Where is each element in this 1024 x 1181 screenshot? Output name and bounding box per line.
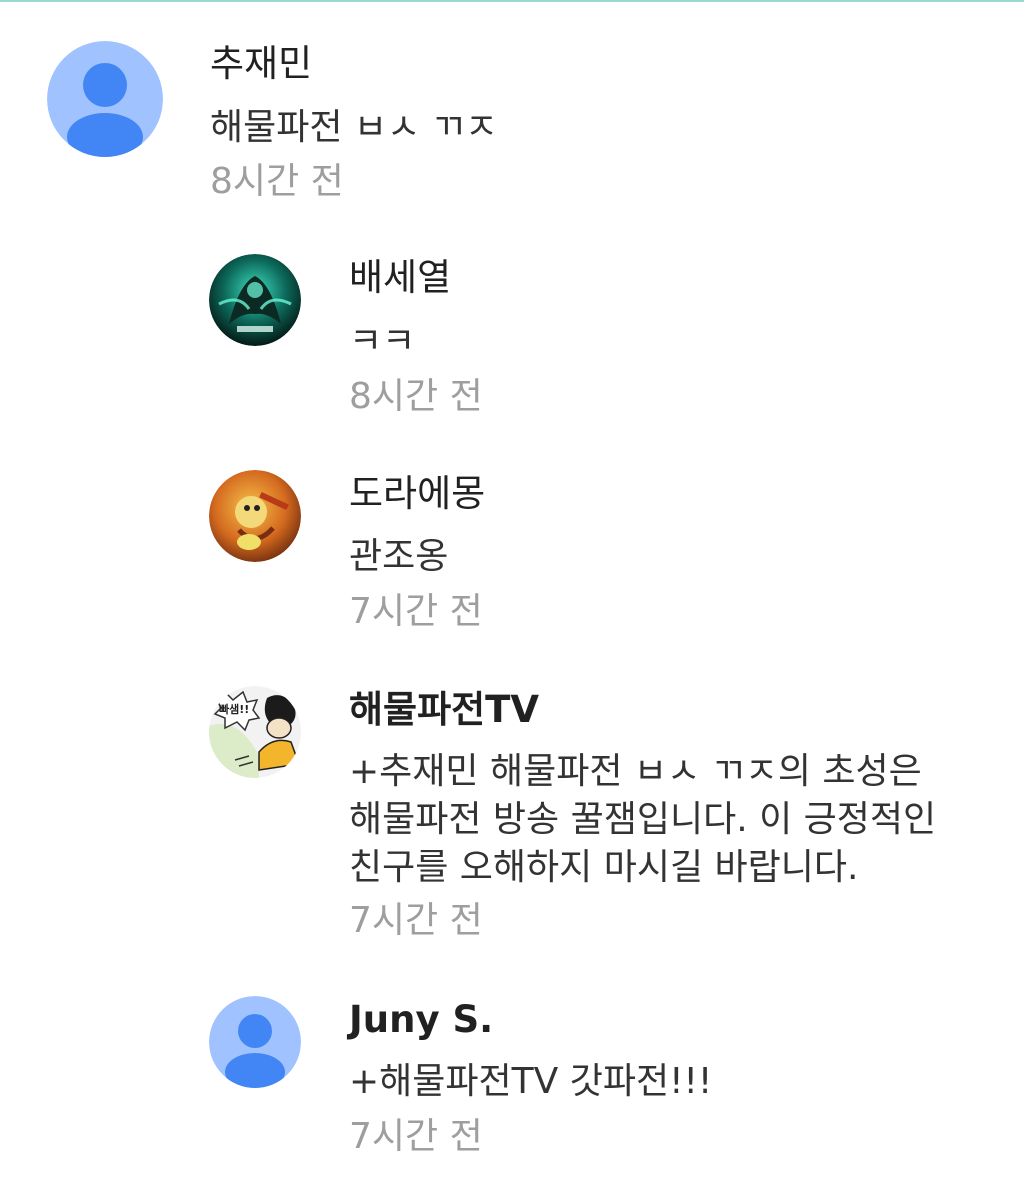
cartoon-avatar-image: 빠샘!! xyxy=(209,686,301,778)
comment-time: 8시간 전 xyxy=(349,376,483,417)
comment-author[interactable]: 도라에몽 xyxy=(349,472,485,516)
comment-author[interactable]: 배세열 xyxy=(349,256,451,300)
top-divider xyxy=(0,0,1024,2)
comment-text: 관조옹 xyxy=(349,536,449,577)
comment-text: 해물파전 ㅂㅅ ㄲㅈ xyxy=(210,107,498,148)
thresh-avatar-image xyxy=(209,254,301,346)
comment-text: +추재민 해물파전 ㅂㅅ ㄲㅈ의 초성은 해물파전 방송 꿀잼입니다. 이 긍정… xyxy=(349,751,937,888)
avatar-caption: 빠샘!! xyxy=(219,702,249,716)
comment-time: 7시간 전 xyxy=(349,1116,483,1157)
avatar[interactable]: 빠샘!! xyxy=(209,686,301,778)
comment-time: 8시간 전 xyxy=(210,161,344,202)
comment-author[interactable]: 추재민 xyxy=(210,42,312,86)
comment-text: ㅋㅋ xyxy=(349,321,416,362)
avatar[interactable] xyxy=(209,254,301,346)
default-user-icon xyxy=(47,41,163,157)
avatar[interactable] xyxy=(209,996,301,1088)
avatar[interactable] xyxy=(47,41,163,157)
comment-text: +해물파전TV 갓파전!!! xyxy=(349,1061,713,1102)
comment-author[interactable]: Juny S. xyxy=(349,998,493,1042)
comment-author[interactable]: 해물파전TV xyxy=(349,688,539,732)
avatar[interactable] xyxy=(209,470,301,562)
default-user-icon xyxy=(209,996,301,1088)
comment-time: 7시간 전 xyxy=(349,900,483,941)
doraemon-avatar-image xyxy=(209,470,301,562)
comment-time: 7시간 전 xyxy=(349,591,483,632)
